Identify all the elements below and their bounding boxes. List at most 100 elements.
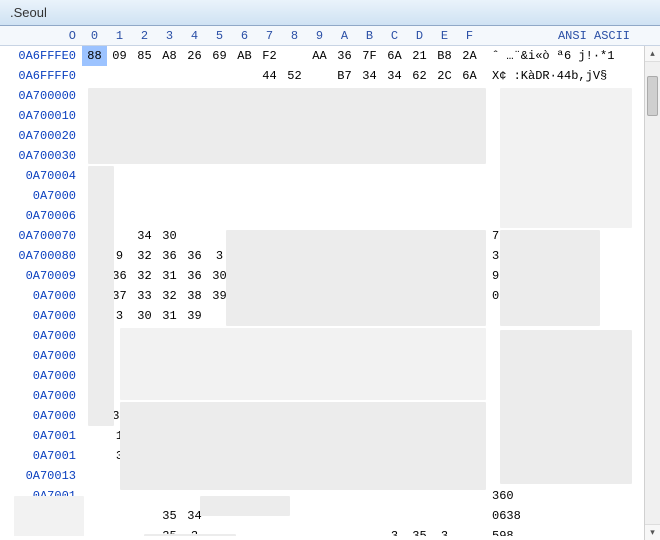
hex-cell[interactable]: 2C (432, 66, 457, 86)
row-offset: 0A7000 (0, 386, 82, 406)
hex-cell[interactable]: 7F (357, 46, 382, 66)
hex-cell[interactable]: 36 (332, 46, 357, 66)
hex-cell[interactable]: 31 (157, 306, 182, 326)
hex-cell[interactable]: 32 (132, 246, 157, 266)
row-hex-area[interactable] (82, 166, 482, 186)
hex-cell[interactable]: 26 (182, 46, 207, 66)
header-hex-col[interactable]: 2 (132, 29, 157, 43)
hex-cell[interactable]: B8 (432, 46, 457, 66)
hex-cell[interactable]: 35 (157, 506, 182, 526)
row-offset: 0A700000 (0, 86, 82, 106)
row-hex-area[interactable]: 880985A82669ABF2 AA367F6A21B82A (82, 46, 482, 66)
row-hex-area[interactable] (82, 206, 482, 226)
hex-cell[interactable]: 30 (157, 226, 182, 246)
hex-cell[interactable]: 85 (132, 46, 157, 66)
hex-cell[interactable]: 09 (107, 46, 132, 66)
row-offset: 0A700080 (0, 246, 82, 266)
row-ascii[interactable]: ˆ …¨&i«ò ª6 j!·*1 (482, 46, 660, 66)
header-hex-col[interactable]: D (407, 29, 432, 43)
hex-cell[interactable]: F2 (257, 46, 282, 66)
hex-cell[interactable]: 36 (182, 266, 207, 286)
hex-cell[interactable]: 30 (132, 306, 157, 326)
header-hex-col[interactable]: 7 (257, 29, 282, 43)
scroll-thumb[interactable] (647, 76, 658, 116)
row-hex-area[interactable] (82, 186, 482, 206)
hex-cell[interactable]: 32 (132, 266, 157, 286)
obscure-block (500, 88, 632, 228)
vertical-scrollbar[interactable]: ▴ ▾ (644, 46, 660, 540)
hex-cell[interactable]: 31 (157, 266, 182, 286)
header-offset-label: O (69, 29, 76, 43)
row-ascii[interactable]: 0638 (482, 506, 660, 526)
row-ascii[interactable]: X¢ :KàDR·44b,jV§ (482, 66, 660, 86)
hex-cell[interactable]: 32 (157, 286, 182, 306)
hex-cell[interactable]: 6A (382, 46, 407, 66)
header-hex-col[interactable]: 5 (207, 29, 232, 43)
obscure-block (120, 328, 486, 400)
hex-cell[interactable]: 52 (282, 66, 307, 86)
hex-cell[interactable]: 39 (182, 306, 207, 326)
header-hex-col[interactable]: E (432, 29, 457, 43)
hex-cell[interactable]: 33 (132, 286, 157, 306)
row-offset: 0A7000 (0, 326, 82, 346)
header-hex-col[interactable]: 6 (232, 29, 257, 43)
obscure-block (500, 230, 600, 326)
hex-cell[interactable]: 69 (207, 46, 232, 66)
header-hex-col[interactable]: 3 (157, 29, 182, 43)
window-titlebar: .Seoul (0, 0, 660, 26)
obscure-block (14, 496, 84, 536)
hex-cell[interactable]: 3 (432, 526, 457, 536)
row-offset: 0A6FFFE0 (0, 46, 82, 66)
hex-row: 0A6FFFE0880985A82669ABF2 AA367F6A21B82Aˆ … (0, 46, 660, 66)
hex-cell[interactable]: 21 (407, 46, 432, 66)
row-offset: 0A7000 (0, 406, 82, 426)
hex-cell[interactable]: A8 (157, 46, 182, 66)
header-hex-col[interactable]: 9 (307, 29, 332, 43)
row-hex-area[interactable]: 3533353 (82, 526, 482, 536)
hex-row: 3533353598 (0, 526, 660, 536)
header-hex-col[interactable]: A (332, 29, 357, 43)
header-hex-col[interactable]: 0 (82, 29, 107, 43)
window-title: .Seoul (10, 5, 47, 20)
row-offset: 0A700070 (0, 226, 82, 246)
header-hex-col[interactable]: 1 (107, 29, 132, 43)
obscure-block (88, 88, 486, 164)
scroll-down-icon[interactable]: ▾ (645, 524, 660, 540)
hex-cell[interactable]: 3 (382, 526, 407, 536)
hex-row: 0A6FFFF04452B73434622C6AX¢ :KàDR·44b,jV§ (0, 66, 660, 86)
row-ascii[interactable]: 598 (482, 526, 660, 536)
hex-cell[interactable]: 62 (407, 66, 432, 86)
hex-cell[interactable]: 34 (132, 226, 157, 246)
hex-cell[interactable]: B7 (332, 66, 357, 86)
hex-cell[interactable]: 2A (457, 46, 482, 66)
hex-cell[interactable]: 36 (182, 246, 207, 266)
hex-header-row: O 0123456789ABCDEF ANSI ASCII (0, 26, 660, 46)
header-hex-col[interactable]: C (382, 29, 407, 43)
row-offset: 0A7000 (0, 186, 82, 206)
hex-cell[interactable]: 38 (182, 286, 207, 306)
row-offset: 0A7000 (0, 366, 82, 386)
hex-cell[interactable]: AB (232, 46, 257, 66)
row-offset: 0A700030 (0, 146, 82, 166)
hex-cell[interactable]: 88 (82, 46, 107, 66)
hex-cell[interactable]: 44 (257, 66, 282, 86)
row-ascii[interactable]: 360 (482, 486, 660, 506)
hex-cell[interactable]: 36 (157, 246, 182, 266)
hex-cell[interactable]: 34 (357, 66, 382, 86)
row-offset: 0A700020 (0, 126, 82, 146)
obscure-block (88, 166, 114, 426)
row-hex-area[interactable]: 4452B73434622C6A (82, 66, 482, 86)
hex-cell[interactable]: 6A (457, 66, 482, 86)
header-hex-col[interactable]: 4 (182, 29, 207, 43)
row-offset: 0A7001 (0, 426, 82, 446)
hex-cell[interactable]: 35 (407, 526, 432, 536)
hex-cell[interactable]: AA (307, 46, 332, 66)
header-hex-col[interactable]: 8 (282, 29, 307, 43)
row-offset: 0A7001 (0, 446, 82, 466)
header-hex-col[interactable]: F (457, 29, 482, 43)
scroll-up-icon[interactable]: ▴ (645, 46, 660, 62)
header-hex-col[interactable]: B (357, 29, 382, 43)
hex-cell[interactable]: 34 (382, 66, 407, 86)
hex-viewport[interactable]: 0A6FFFE0880985A82669ABF2AA367F6A21B82Aˆ … (0, 46, 660, 536)
obscure-block (144, 534, 236, 536)
